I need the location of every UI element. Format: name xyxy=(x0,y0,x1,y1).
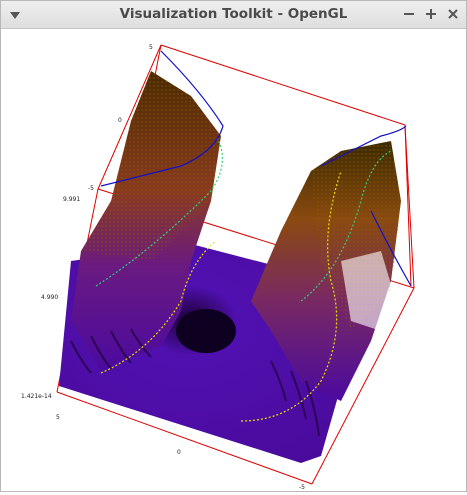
vtk-window: Visualization Toolkit - OpenGL 5 0 -5 9.… xyxy=(0,0,467,492)
render-canvas[interactable]: 5 0 -5 9.991 4.990 1.421e-14 5 0 -5 xyxy=(1,29,466,491)
z-mid-label: 4.990 xyxy=(41,294,58,301)
close-button[interactable] xyxy=(445,6,461,22)
maximize-button[interactable] xyxy=(423,6,439,22)
front-right-label: -5 xyxy=(299,484,305,491)
vtk-render-view[interactable]: 5 0 -5 9.991 4.990 1.421e-14 5 0 -5 xyxy=(1,29,466,491)
window-title: Visualization Toolkit - OpenGL xyxy=(119,6,348,22)
z-bottom-label: 1.421e-14 xyxy=(21,393,52,400)
surface-valley xyxy=(176,309,236,353)
minimize-button[interactable] xyxy=(401,6,417,22)
front-zero-label: 0 xyxy=(177,449,181,456)
z-top-label: 9.991 xyxy=(63,196,80,203)
back-bottom-label: -5 xyxy=(88,185,94,192)
front-left-label: 5 xyxy=(56,414,60,421)
plus-icon xyxy=(426,9,436,19)
back-zero-label: 0 xyxy=(118,117,122,124)
title-bar[interactable]: Visualization Toolkit - OpenGL xyxy=(1,1,466,29)
minus-icon xyxy=(404,13,414,15)
back-top-label: 5 xyxy=(149,44,153,51)
close-icon xyxy=(448,9,458,19)
